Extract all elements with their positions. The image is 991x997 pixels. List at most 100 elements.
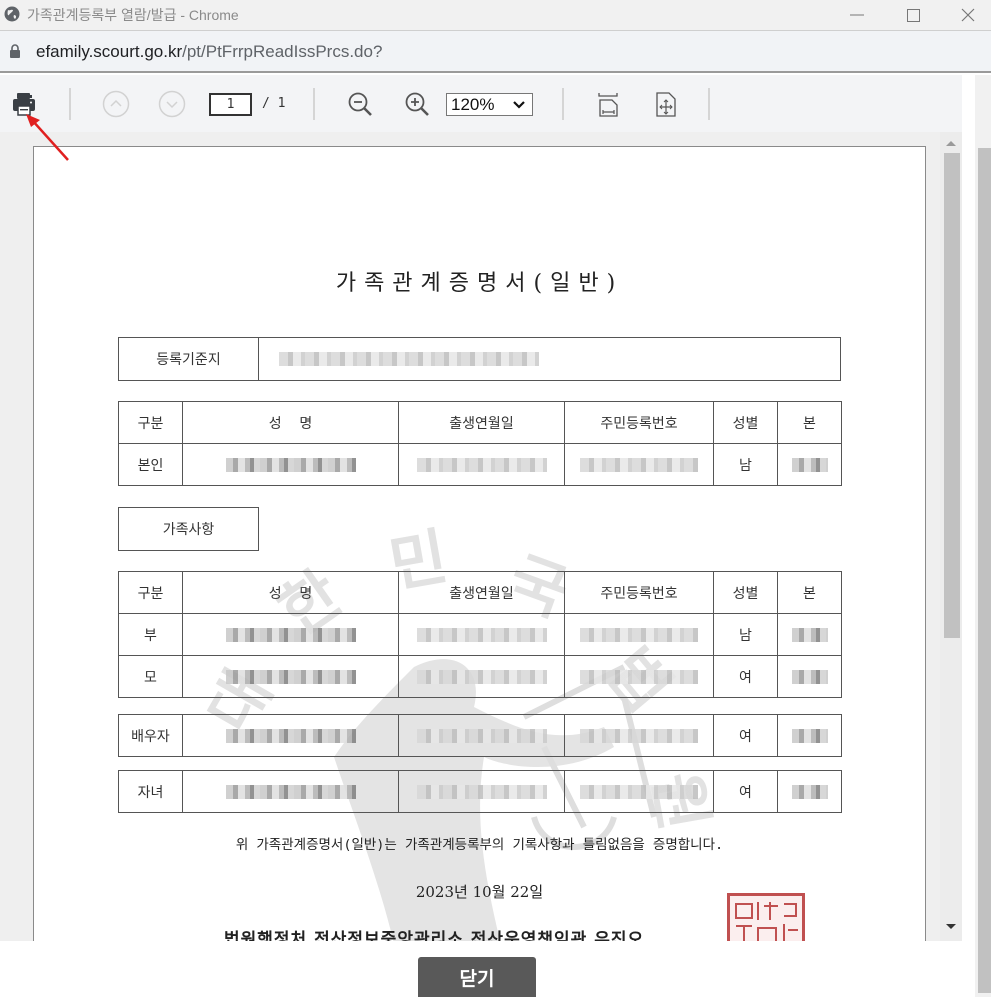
window-scrollbar-thumb[interactable]	[978, 148, 991, 993]
origin-cell	[777, 613, 842, 656]
document-scrollbar[interactable]	[940, 132, 962, 941]
rrn-cell	[564, 714, 714, 757]
zoom-level-value: 120%	[451, 95, 495, 114]
redacted-name	[225, 669, 356, 684]
window-titlebar: 가족관계등록부 열람/발급 - Chrome	[0, 0, 991, 31]
sex-cell: 남	[713, 443, 778, 486]
redacted-birth	[416, 457, 547, 472]
birth-cell	[398, 613, 565, 656]
document-page: 대 한 민 국 법 원 가족관계증명서(일반) 등록기준지	[33, 146, 926, 941]
page-number-input[interactable]: 1	[209, 93, 252, 116]
relation-cell: 본인	[118, 443, 183, 486]
redacted-origin	[791, 784, 828, 799]
column-header: 주민등록번호	[564, 401, 714, 444]
registration-label: 등록기준지	[119, 338, 259, 380]
redacted-rrn	[580, 784, 698, 799]
redacted-birth	[416, 728, 547, 743]
fit-width-button[interactable]	[594, 89, 624, 119]
next-page-button[interactable]	[157, 89, 187, 119]
window-title: 가족관계등록부 열람/발급 - Chrome	[27, 7, 239, 23]
chevron-down-icon	[513, 101, 525, 109]
zoom-in-button[interactable]	[402, 89, 432, 119]
toolbar-divider	[313, 88, 315, 120]
url-text[interactable]: efamily.scourt.go.kr/pt/PtFrrpReadIssPrc…	[36, 42, 382, 62]
maximize-icon	[906, 8, 920, 22]
relation-cell: 부	[118, 613, 183, 656]
redacted-origin	[791, 669, 828, 684]
redacted-name	[225, 627, 356, 642]
zoom-in-icon	[405, 92, 429, 116]
origin-cell	[777, 655, 842, 698]
rrn-cell	[564, 443, 714, 486]
table-row: 본인 남	[118, 443, 842, 486]
page-total: / 1	[262, 96, 286, 111]
document-area: 대 한 민 국 법 원 가족관계증명서(일반) 등록기준지	[0, 132, 962, 941]
name-cell	[182, 655, 399, 698]
column-header: 출생연월일	[398, 401, 565, 444]
window-scrollbar[interactable]	[975, 75, 991, 997]
certification-statement: 위 가족관계증명서(일반)는 가족관계등록부의 기록사항과 틀림없음을 증명합니…	[235, 837, 724, 853]
name-cell	[182, 443, 399, 486]
url-host: efamily.scourt.go.kr	[36, 42, 183, 61]
toolbar-divider	[708, 88, 710, 120]
document-title: 가족관계증명서(일반)	[335, 271, 624, 296]
birth-cell	[398, 655, 565, 698]
table-header-row: 구분 성 명 출생연월일 주민등록번호 성별 본	[118, 571, 842, 614]
child-table: 자녀 여	[118, 770, 842, 813]
previous-page-button[interactable]	[101, 89, 131, 119]
close-window-button[interactable]	[945, 0, 991, 30]
chevron-down-circle-icon	[158, 90, 186, 118]
family-table: 구분 성 명 출생연월일 주민등록번호 성별 본 부 남 모 여	[118, 571, 842, 698]
redacted-name	[225, 728, 356, 743]
column-header: 본	[777, 571, 842, 614]
close-icon	[961, 8, 975, 22]
self-table: 구분 성 명 출생연월일 주민등록번호 성별 본 본인 남	[118, 401, 842, 486]
globe-icon	[4, 6, 20, 22]
redacted-rrn	[580, 669, 698, 684]
minimize-button[interactable]	[834, 0, 880, 30]
viewer-toolbar: 1 / 1 120%	[0, 75, 962, 132]
fit-page-button[interactable]	[651, 89, 681, 119]
table-row: 모 여	[118, 655, 842, 698]
chevron-up-circle-icon	[102, 90, 130, 118]
maximize-button[interactable]	[890, 0, 936, 30]
redacted-origin	[791, 457, 828, 472]
registration-value-redacted	[279, 352, 539, 366]
column-header: 구분	[118, 401, 183, 444]
close-button[interactable]: 닫기	[418, 957, 536, 997]
column-header: 주민등록번호	[564, 571, 714, 614]
issuer-name: 법원행정처 전산정보중앙관리소 전산운영책임관 유진오	[224, 930, 645, 941]
origin-cell	[777, 443, 842, 486]
redacted-origin	[791, 627, 828, 642]
redacted-birth	[416, 669, 547, 684]
zoom-out-button[interactable]	[345, 89, 375, 119]
official-seal-icon	[727, 893, 805, 941]
sex-cell: 여	[713, 655, 778, 698]
column-header: 구분	[118, 571, 183, 614]
report-viewer: 1 / 1 120% 대 한 민 국 원 가족관계증명서(일반) 등록기준지 구…	[0, 75, 962, 941]
relation-cell: 모	[118, 655, 183, 698]
address-bar[interactable]: efamily.scourt.go.kr/pt/PtFrrpReadIssPrc…	[0, 31, 991, 73]
name-cell	[182, 613, 399, 656]
table-row: 부 남	[118, 613, 842, 656]
registration-box: 등록기준지	[118, 337, 841, 381]
column-header: 출생연월일	[398, 571, 565, 614]
name-cell	[182, 714, 399, 757]
relation-cell: 배우자	[118, 714, 183, 757]
lock-icon	[10, 44, 20, 58]
redacted-rrn	[580, 457, 698, 472]
sex-cell: 여	[713, 770, 778, 813]
redacted-name	[225, 457, 356, 472]
zoom-level-select[interactable]: 120%	[446, 93, 533, 116]
birth-cell	[398, 714, 565, 757]
minimize-icon	[850, 14, 864, 16]
column-header: 성별	[713, 571, 778, 614]
spouse-table: 배우자 여	[118, 714, 842, 757]
rrn-cell	[564, 613, 714, 656]
fit-page-icon	[656, 92, 676, 117]
zoom-out-icon	[348, 92, 372, 116]
scroll-down-arrow-icon[interactable]	[945, 923, 957, 931]
redacted-birth	[416, 627, 547, 642]
scroll-up-arrow-icon[interactable]	[945, 139, 957, 147]
document-scrollbar-thumb[interactable]	[944, 153, 960, 638]
